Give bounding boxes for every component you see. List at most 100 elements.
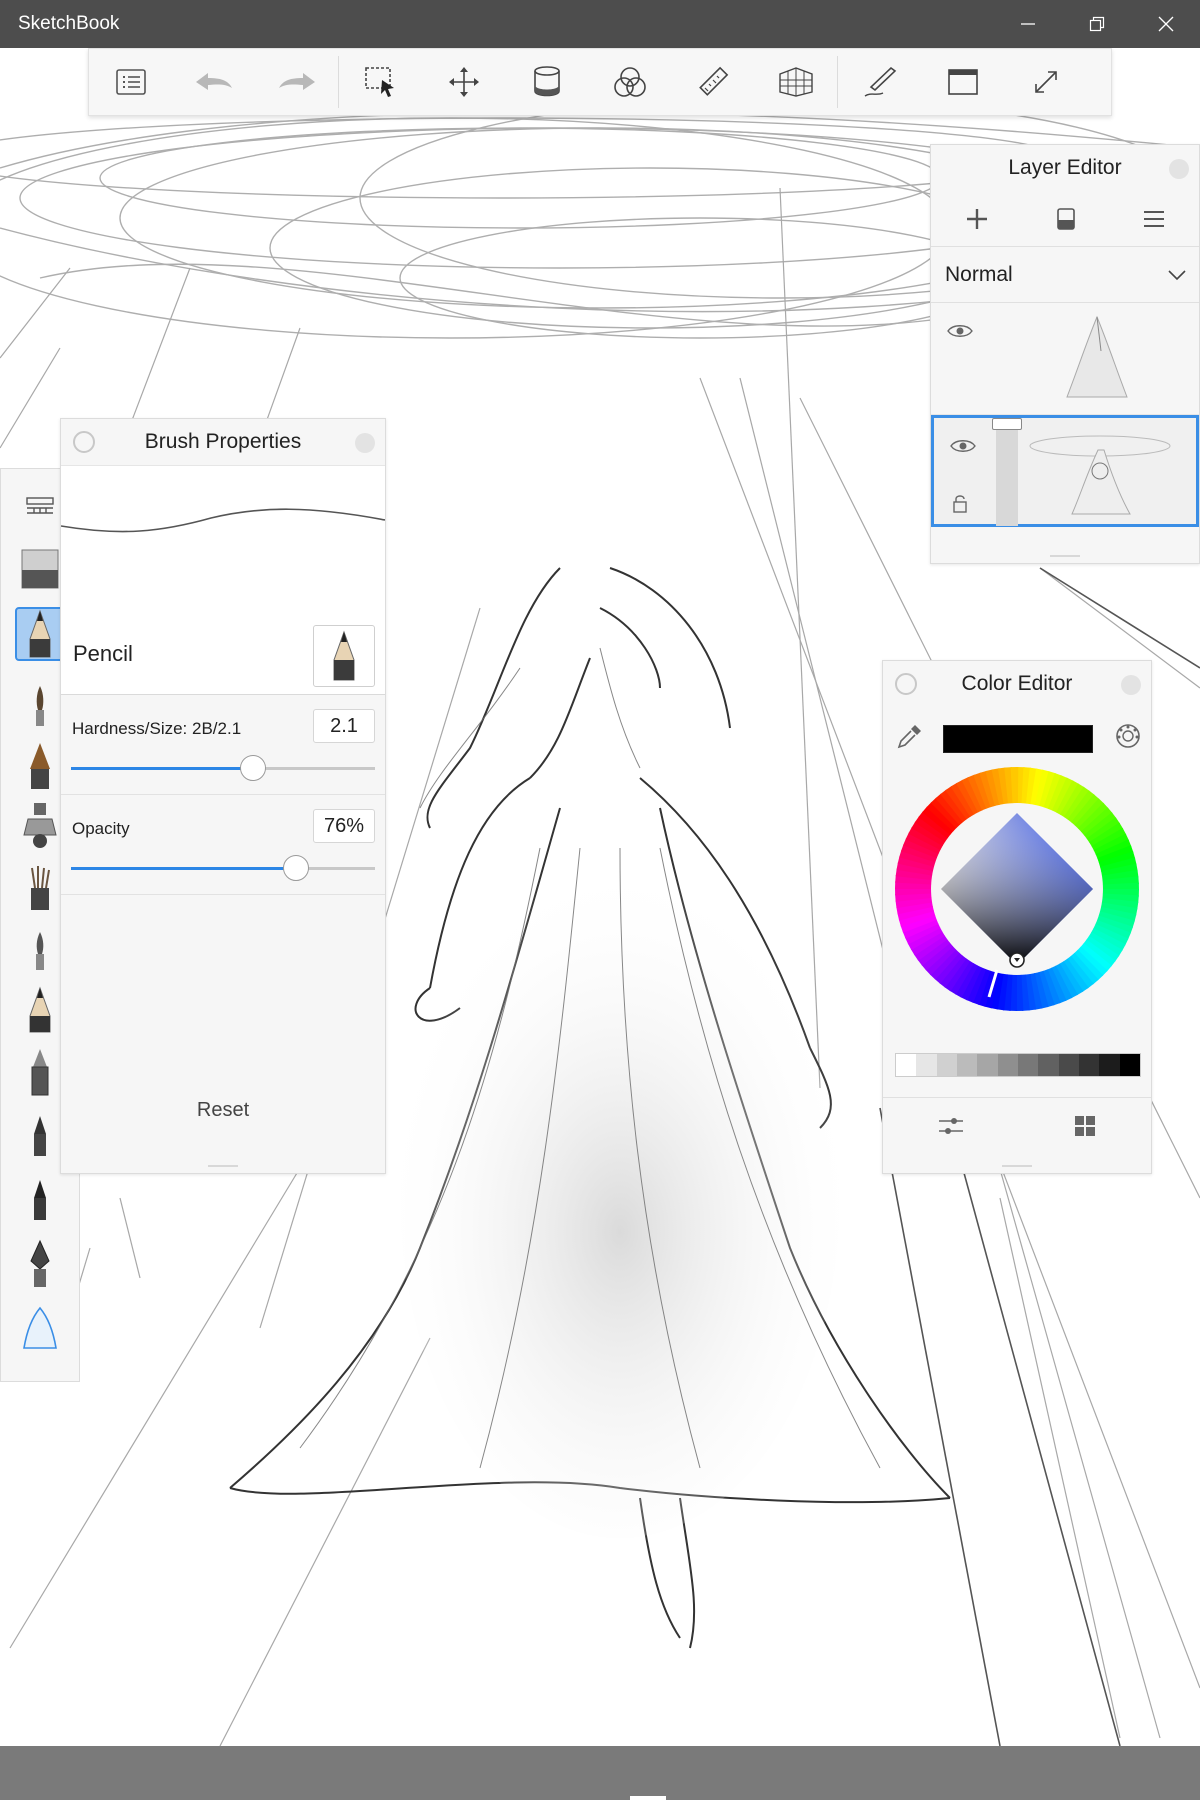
gray-swatch[interactable] bbox=[1017, 1054, 1039, 1076]
gray-swatch[interactable] bbox=[916, 1054, 937, 1076]
brush-bristle[interactable] bbox=[15, 861, 65, 915]
pencil-brush-icon bbox=[333, 630, 355, 681]
sketchbook-app: SketchBook Brush Properties Pencil Hardn… bbox=[0, 0, 1200, 1800]
color-sliders-icon[interactable] bbox=[938, 1115, 964, 1137]
canvas-window-button[interactable] bbox=[921, 48, 1004, 116]
fine-marker-icon bbox=[34, 1116, 46, 1156]
brush-chisel-marker[interactable] bbox=[15, 1173, 65, 1227]
restore-button[interactable] bbox=[1062, 0, 1131, 48]
bottom-handle[interactable] bbox=[630, 1796, 666, 1800]
lock-icon[interactable] bbox=[952, 494, 968, 514]
gray-swatch[interactable] bbox=[936, 1054, 957, 1076]
brush-eraser[interactable] bbox=[15, 541, 65, 595]
opacity-input[interactable]: 76% bbox=[313, 809, 375, 843]
perspective-button[interactable] bbox=[754, 48, 837, 116]
visibility-eye-icon[interactable] bbox=[947, 323, 973, 339]
title-bar: SketchBook bbox=[0, 0, 1200, 48]
lagoon-menu-button[interactable] bbox=[89, 48, 172, 116]
transform-button[interactable] bbox=[422, 48, 505, 116]
panel-close-button[interactable] bbox=[355, 433, 375, 453]
eraser-brush-icon bbox=[21, 549, 59, 589]
close-button[interactable] bbox=[1131, 0, 1200, 48]
gray-swatch[interactable] bbox=[1058, 1054, 1079, 1076]
gray-swatch[interactable] bbox=[956, 1054, 978, 1076]
brush-icon bbox=[864, 66, 896, 97]
reset-button[interactable]: Reset bbox=[61, 1099, 385, 1122]
brush-fountain-pen[interactable] bbox=[15, 1237, 65, 1291]
gray-swatch[interactable] bbox=[1099, 1054, 1120, 1076]
color-editor-panel: Color Editor bbox=[882, 660, 1152, 1174]
layer-editor-title: Layer Editor bbox=[1008, 156, 1122, 179]
layer-menu-icon[interactable] bbox=[1143, 209, 1165, 229]
minimize-icon bbox=[1020, 23, 1035, 25]
brush-airbrush[interactable] bbox=[15, 799, 65, 853]
hardness-size-fill bbox=[71, 767, 254, 770]
brush-technical-pen[interactable] bbox=[15, 1045, 65, 1099]
swatch-grid-icon[interactable] bbox=[1074, 1115, 1096, 1137]
brush-name-row: Pencil bbox=[61, 613, 385, 695]
brush-graphite[interactable] bbox=[15, 983, 65, 1037]
blend-mode-dropdown[interactable]: Normal bbox=[931, 247, 1199, 303]
fill-button[interactable] bbox=[505, 48, 588, 116]
app-title: SketchBook bbox=[18, 13, 120, 34]
layer-opacity-knob[interactable] bbox=[992, 418, 1022, 430]
color-editor-title: Color Editor bbox=[961, 672, 1073, 695]
ruler-button[interactable] bbox=[671, 48, 754, 116]
panel-resize-grip[interactable] bbox=[1050, 555, 1080, 557]
brush-paint[interactable] bbox=[15, 679, 65, 733]
brush-properties-header: Brush Properties bbox=[61, 419, 385, 465]
layer-row-selected[interactable] bbox=[931, 415, 1199, 527]
layer-thumbnail bbox=[1029, 435, 1171, 515]
gray-swatch[interactable] bbox=[1119, 1054, 1140, 1076]
opacity-label: Opacity bbox=[72, 819, 130, 838]
selection-button[interactable] bbox=[339, 48, 422, 116]
symmetry-button[interactable] bbox=[588, 48, 671, 116]
panel-close-button[interactable] bbox=[1169, 159, 1189, 179]
gray-swatch[interactable] bbox=[977, 1054, 998, 1076]
visibility-eye-icon[interactable] bbox=[950, 438, 976, 454]
undo-button[interactable] bbox=[172, 48, 255, 116]
panel-close-button[interactable] bbox=[1121, 675, 1141, 695]
layer-eraser-icon[interactable] bbox=[1056, 207, 1076, 231]
current-color-swatch[interactable] bbox=[943, 725, 1093, 753]
brush-smudge[interactable] bbox=[15, 1301, 65, 1355]
add-layer-icon[interactable] bbox=[965, 207, 989, 231]
brush-library-button[interactable] bbox=[15, 479, 65, 533]
gray-swatch[interactable] bbox=[1038, 1054, 1059, 1076]
opacity-slider[interactable] bbox=[71, 855, 375, 881]
redo-button[interactable] bbox=[255, 48, 338, 116]
fullscreen-button[interactable] bbox=[1004, 48, 1087, 116]
color-wheel[interactable] bbox=[893, 765, 1141, 1013]
gray-swatch[interactable] bbox=[1078, 1054, 1100, 1076]
restore-icon bbox=[1089, 16, 1104, 32]
color-editor-toolbar bbox=[883, 707, 1151, 769]
hardness-size-input[interactable]: 2.1 bbox=[313, 709, 375, 743]
minimize-button[interactable] bbox=[993, 0, 1062, 48]
hardness-size-control: Hardness/Size: 2B/2.1 2.1 bbox=[61, 695, 385, 795]
brush-button[interactable] bbox=[838, 48, 921, 116]
layer-tools bbox=[931, 191, 1199, 247]
hardness-size-knob[interactable] bbox=[240, 755, 267, 781]
pin-icon[interactable] bbox=[73, 431, 95, 453]
brush-round[interactable] bbox=[15, 923, 65, 977]
gray-swatch[interactable] bbox=[896, 1054, 917, 1076]
panel-resize-grip[interactable] bbox=[1002, 1165, 1032, 1167]
smudge-brush-icon bbox=[23, 1306, 57, 1349]
layer-opacity-slider[interactable] bbox=[996, 422, 1018, 526]
layer-row[interactable] bbox=[931, 303, 1199, 415]
hardness-size-slider[interactable] bbox=[71, 755, 375, 781]
color-puck-icon[interactable] bbox=[1115, 723, 1141, 749]
graphite-pencil-icon bbox=[29, 986, 51, 1033]
flat-brush-icon bbox=[30, 743, 50, 789]
layer-thumbnail bbox=[1066, 315, 1128, 398]
pin-icon[interactable] bbox=[895, 673, 917, 695]
main-toolbar bbox=[88, 48, 1112, 116]
brush-swatch-button[interactable] bbox=[313, 625, 375, 687]
eyedropper-icon[interactable] bbox=[897, 723, 923, 749]
panel-resize-grip[interactable] bbox=[208, 1165, 238, 1167]
brush-pencil[interactable] bbox=[15, 607, 65, 661]
brush-flat[interactable] bbox=[15, 739, 65, 793]
gray-swatch[interactable] bbox=[997, 1054, 1018, 1076]
brush-fine-marker[interactable] bbox=[15, 1109, 65, 1163]
opacity-knob[interactable] bbox=[282, 855, 309, 881]
